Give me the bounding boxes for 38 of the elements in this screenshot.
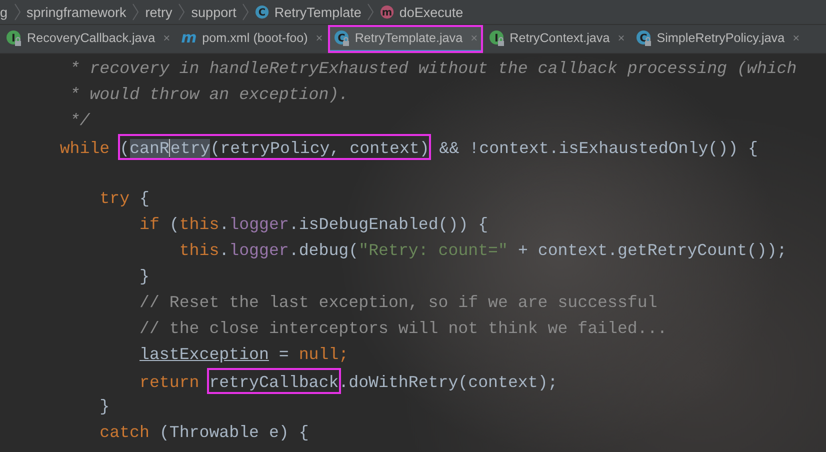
code-line: // the close interceptors will not think we failed... [138,318,668,340]
breadcrumb-item[interactable]: g [0,4,8,20]
code-line: * recovery in handleRetryExhausted without the callback processing (which [68,58,798,80]
code-line: try { [98,188,150,210]
editor-tab[interactable]: I RecoveryCallback.java × [0,25,176,53]
code-line: return retryCallback.doWithRetry(context); [20,368,826,394]
tab-label: RetryTemplate.java [354,30,463,44]
editor-tab[interactable]: m pom.xml (boot-foo) × [175,25,328,53]
interface-icon: I [6,30,22,46]
breadcrumb-item[interactable]: support [191,4,236,20]
chevron-icon [132,3,140,21]
code-line: while (canRetry(retryPolicy, context) && !context.isExhaustedOnly()) { [20,134,826,160]
code-line: } [98,396,111,418]
tab-label: SimpleRetryPolicy.java [656,30,785,44]
tab-label: pom.xml (boot-foo) [202,30,308,44]
code-line: catch (Throwable e) { [98,422,310,444]
tab-label: RetryContext.java [510,30,610,44]
code-line: // Reset the last exception, so if we are successful [138,292,658,314]
breadcrumb-item[interactable]: retry [145,4,172,20]
code-line: } [138,266,150,288]
tab-label: RecoveryCallback.java [27,30,156,44]
class-icon: C [255,4,270,20]
chevron-icon [178,3,186,21]
code-line: * would throw an exception). [68,84,350,106]
code-line: lastException = null; [138,344,350,366]
breadcrumb-item[interactable]: RetryTemplate [274,4,362,20]
breadcrumb-item[interactable]: springframework [26,4,126,20]
method-icon: m [380,4,396,20]
editor-tab[interactable]: I RetryContext.java × [482,25,630,53]
maven-icon: m [181,30,198,46]
chevron-icon [242,3,250,21]
chevron-icon [367,3,374,21]
breadcrumb-item[interactable]: doExecute [399,4,464,20]
chevron-icon [14,3,21,21]
interface-icon: I [488,30,505,46]
code-line: if (this.logger.isDebugEnabled()) { [138,214,490,236]
code-line: */ [68,110,92,132]
code-line: this.logger.debug("Retry: count=" + context.getRetryCount()); [178,240,788,262]
